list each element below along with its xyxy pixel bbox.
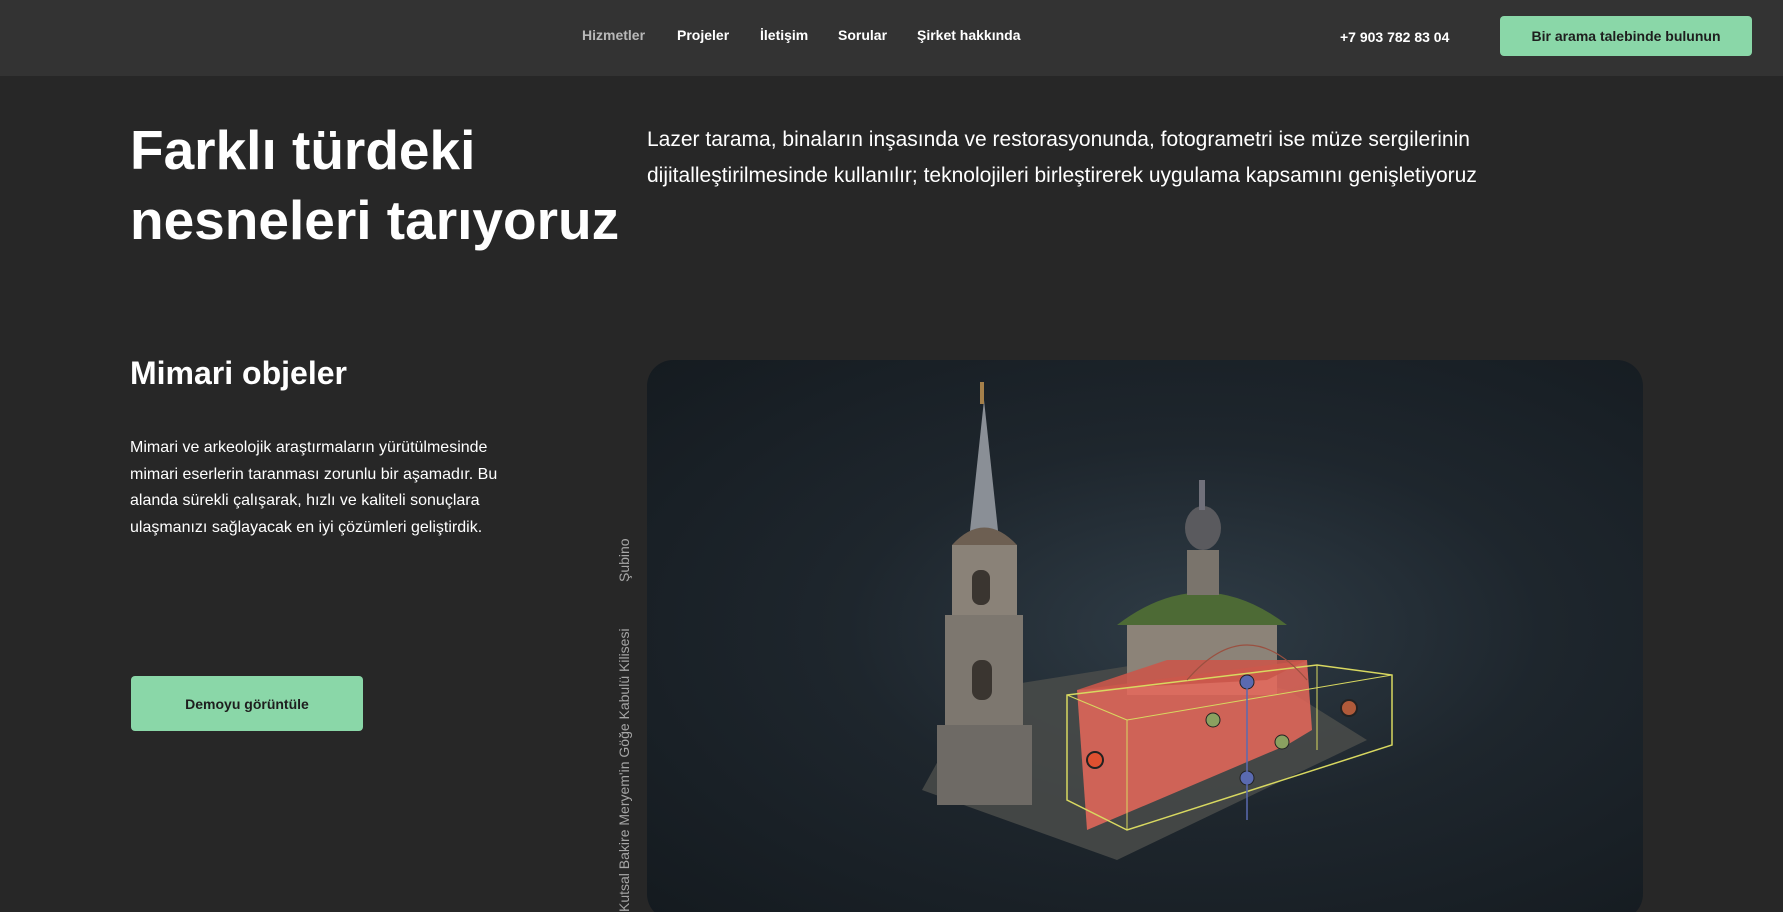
nav-iletisim[interactable]: İletişim [760,27,808,43]
section-title: Mimari objeler [130,355,347,391]
hero-title: Farklı türdeki nesneleri tarıyoruz [130,119,620,251]
site-header: Hizmetler Projeler İletişim Sorular Şirk… [0,0,1783,76]
nav-sirket-hakkinda[interactable]: Şirket hakkında [917,27,1021,43]
nav-sorular[interactable]: Sorular [838,27,887,43]
nav-hizmetler[interactable]: Hizmetler [582,27,645,43]
request-call-button[interactable]: Bir arama talebinde bulunun [1500,16,1752,56]
nav-projeler[interactable]: Projeler [677,27,729,43]
location-label: Şubino [616,538,632,582]
view-demo-button[interactable]: Demoyu görüntüle [131,676,363,731]
section-description: Mimari ve arkeolojik araştırmaların yürü… [130,439,498,536]
church-model-image [922,382,1393,860]
object-label: Kutsal Bakire Meryem'in Göğe Kabulü Kili… [616,628,632,912]
hero-description: Lazer tarama, binaların inşasında ve res… [647,128,1477,187]
phone-number[interactable]: +7 903 782 83 04 [1340,29,1449,45]
3d-model-viewer[interactable] [647,360,1643,912]
